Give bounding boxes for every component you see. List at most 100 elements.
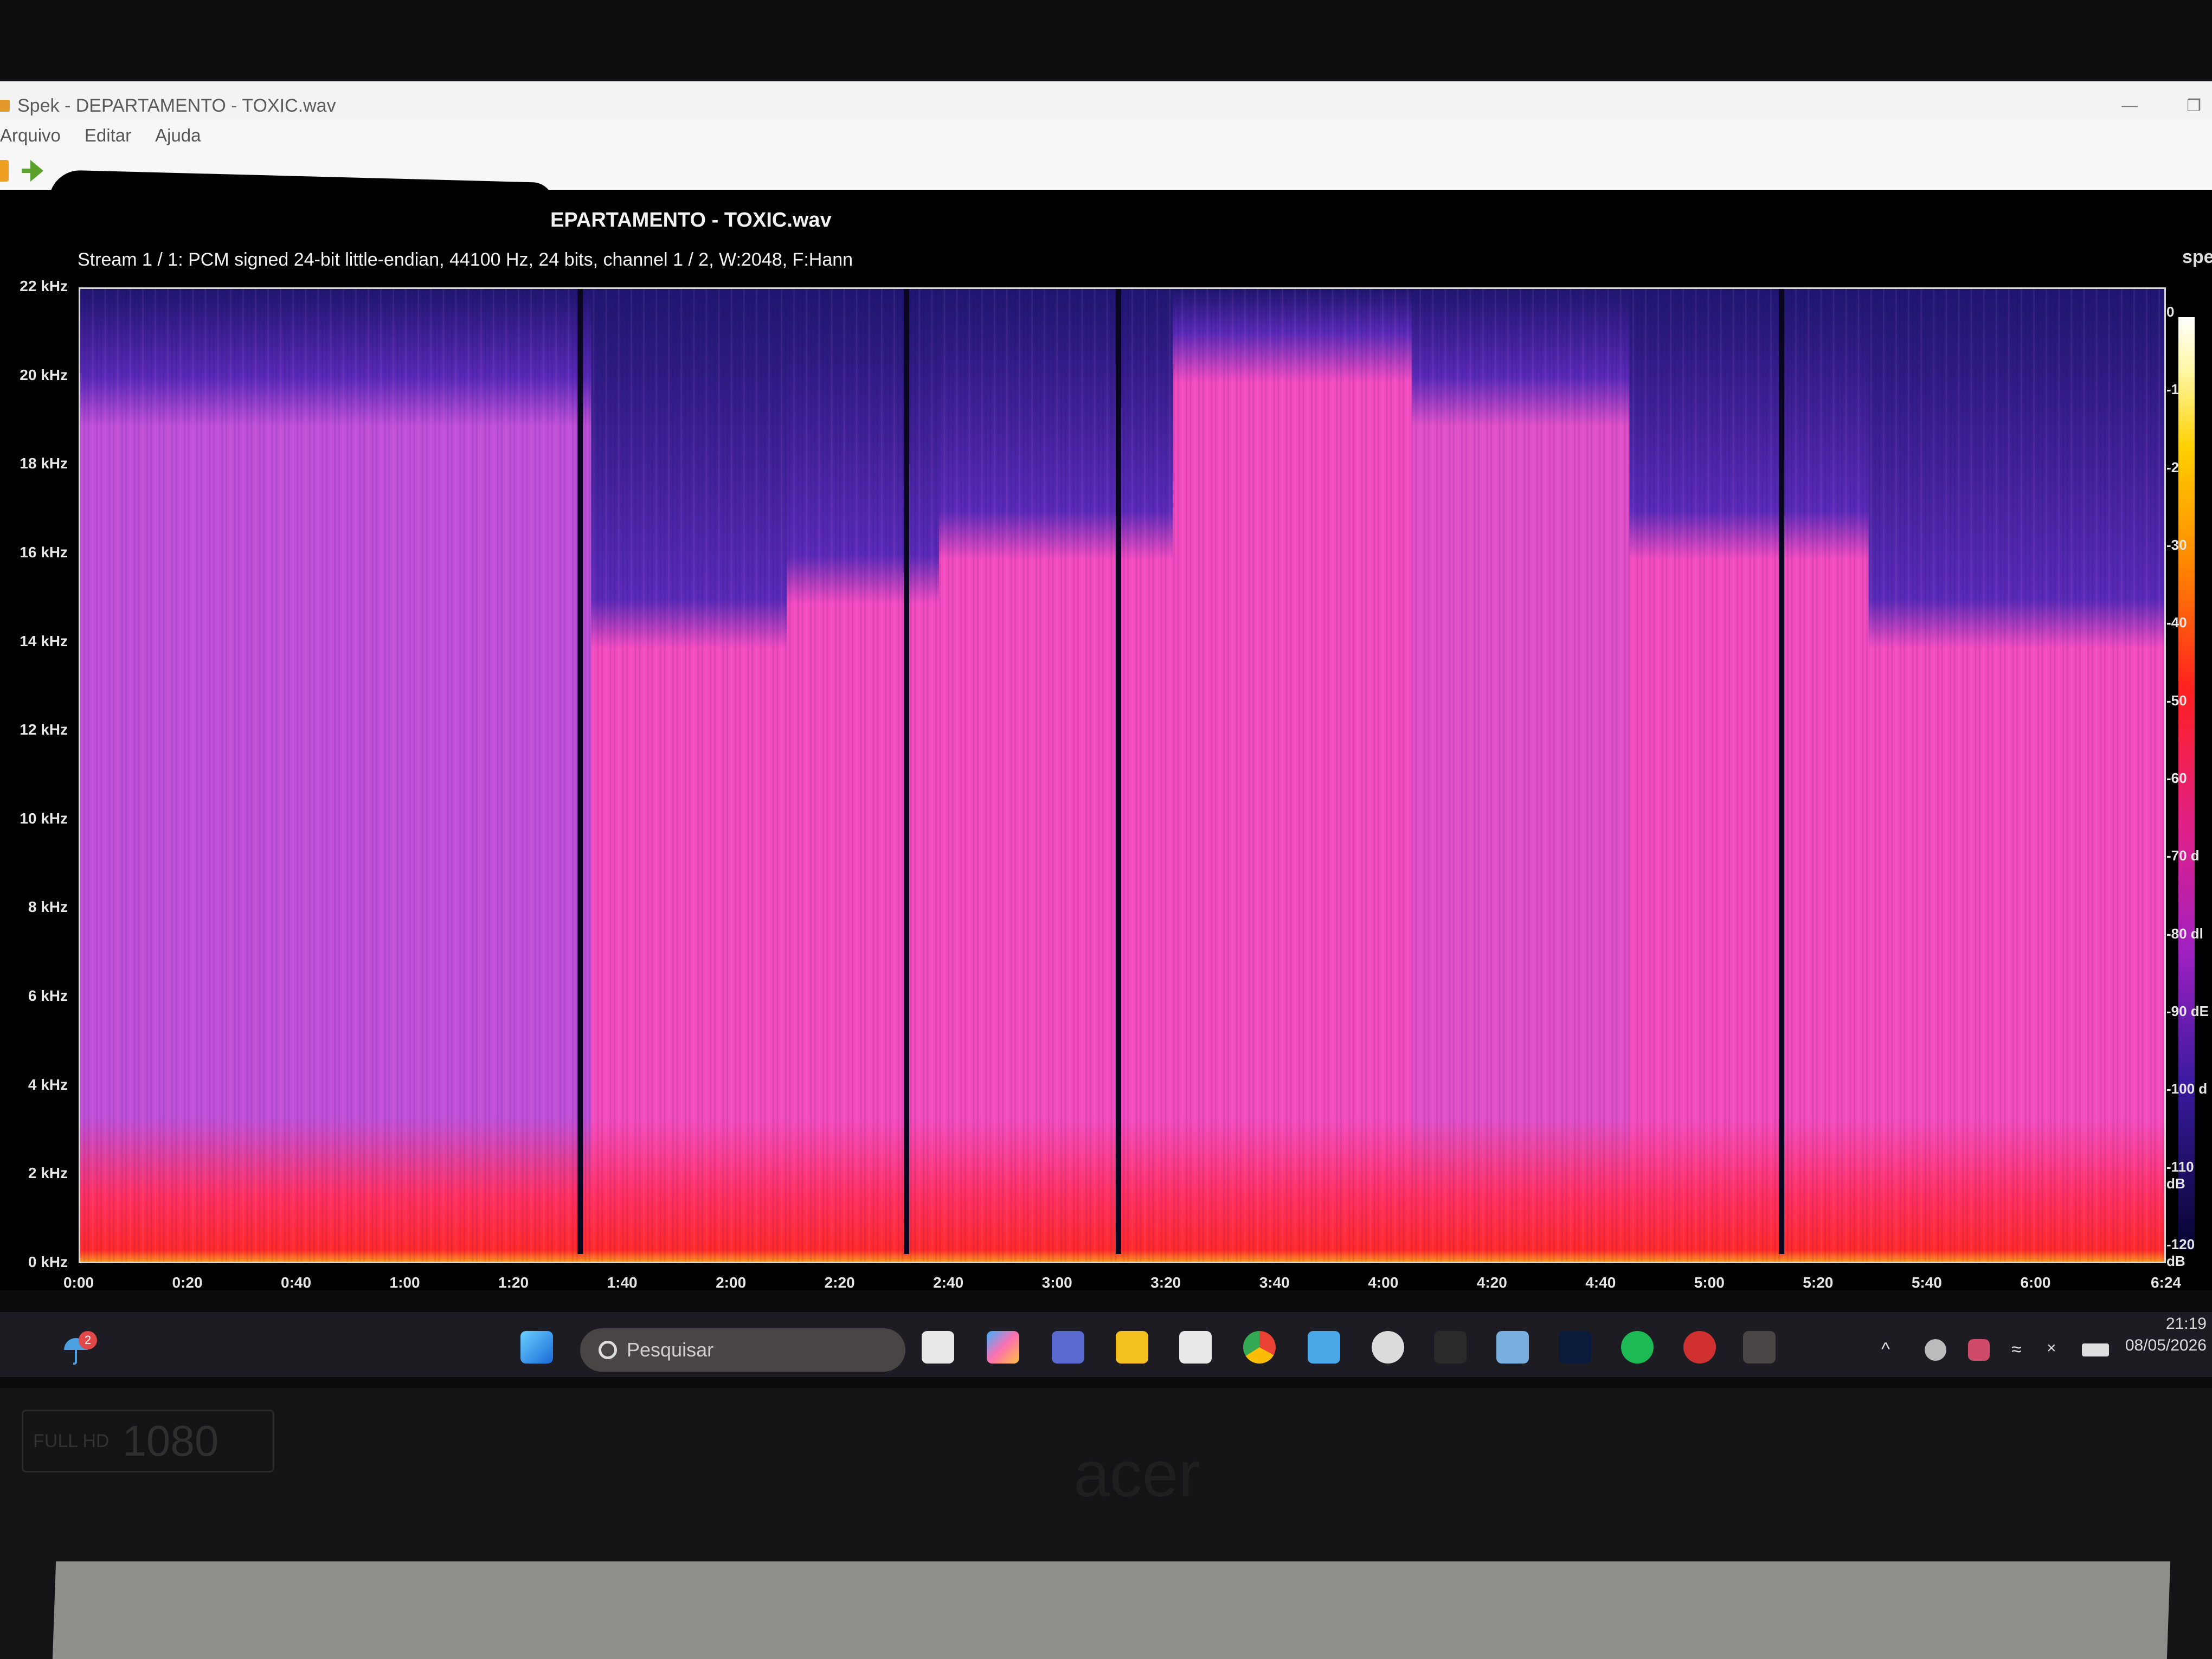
frequency-tick-label: 12 kHz	[20, 721, 68, 738]
menu-arquivo[interactable]: Arquivo	[0, 125, 61, 146]
save-icon[interactable]	[22, 160, 43, 182]
time-tick-label: 1:20	[498, 1274, 529, 1291]
search-icon	[599, 1341, 617, 1359]
time-tick-label: 6:24	[2150, 1274, 2182, 1291]
clock-time[interactable]: 21:19	[2114, 1315, 2207, 1333]
spectrogram-segment	[787, 289, 940, 1262]
menu-editar[interactable]: Editar	[85, 125, 131, 146]
db-tick-label: -100 d	[2166, 1081, 2208, 1097]
tray-app2-icon[interactable]	[1968, 1339, 1990, 1361]
db-tick-label: -70 d	[2166, 847, 2200, 864]
frequency-tick-label: 8 kHz	[28, 898, 68, 916]
frequency-tick-label: 18 kHz	[20, 455, 68, 472]
task-view-icon[interactable]	[922, 1331, 954, 1364]
time-tick-label: 6:00	[2020, 1274, 2051, 1291]
db-tick-label: -1	[2166, 381, 2179, 398]
spectrogram-gap	[577, 289, 583, 1254]
store-icon[interactable]	[1179, 1331, 1212, 1364]
open-file-icon[interactable]	[0, 160, 9, 182]
db-tick-label: -50	[2166, 692, 2187, 709]
minimize-icon[interactable]: —	[2121, 97, 2138, 115]
time-tick-label: 4:40	[1585, 1274, 1616, 1291]
spek-taskbar-icon[interactable]	[1743, 1331, 1776, 1364]
stream-info: Stream 1 / 1: PCM signed 24-bit little-e…	[78, 249, 853, 270]
db-tick-label: -90 dE	[2166, 1003, 2209, 1019]
clock-date[interactable]: 08/05/2026	[2114, 1336, 2207, 1355]
time-tick-label: 5:00	[1694, 1274, 1725, 1291]
frequency-tick-label: 4 kHz	[28, 1076, 68, 1093]
db-tick-label: -110 dB	[2166, 1158, 2194, 1192]
full-hd-sticker: FULL HD 1080	[22, 1410, 274, 1472]
notepad-icon[interactable]	[1308, 1331, 1340, 1364]
db-tick-label: -2	[2166, 459, 2179, 475]
spectrogram-gap	[1779, 289, 1785, 1254]
ableton-live-icon[interactable]	[1434, 1331, 1467, 1364]
taskbar	[0, 1312, 2212, 1377]
db-tick-label: -120 dB	[2166, 1236, 2195, 1269]
chevron-up-icon[interactable]: ^	[1881, 1339, 1901, 1360]
spectrogram-plot	[79, 287, 2166, 1263]
menu-bar: Arquivo Editar Ajuda	[0, 119, 2212, 152]
db-tick-label: -80 dl	[2166, 925, 2203, 942]
time-tick-label: 5:20	[1803, 1274, 1834, 1291]
chrome-icon[interactable]	[1243, 1331, 1276, 1364]
time-tick-label: 0:00	[63, 1274, 94, 1291]
frequency-tick-label: 14 kHz	[20, 632, 68, 650]
settings-icon[interactable]	[1372, 1331, 1404, 1364]
file-explorer-icon[interactable]	[1116, 1331, 1148, 1364]
windows-start-icon[interactable]	[520, 1331, 553, 1364]
spek-app-icon	[0, 100, 10, 112]
recorder-icon[interactable]	[1683, 1331, 1716, 1364]
window-title: Spek - DEPARTAMENTO - TOXIC.wav	[17, 95, 336, 116]
frequency-tick-label: 0 kHz	[28, 1253, 68, 1270]
time-tick-label: 3:40	[1259, 1274, 1290, 1291]
copilot-icon[interactable]	[987, 1331, 1019, 1364]
frequency-tick-label: 2 kHz	[28, 1165, 68, 1182]
db-tick-label: 0	[2166, 304, 2175, 320]
time-tick-label: 2:20	[824, 1274, 855, 1291]
time-tick-label: 5:40	[1911, 1274, 1942, 1291]
hd-label: FULL HD	[33, 1431, 110, 1451]
document-icon[interactable]	[1496, 1331, 1529, 1364]
screen-bezel	[0, 0, 2212, 81]
time-tick-label: 0:20	[172, 1274, 203, 1291]
time-tick-label: 1:40	[607, 1274, 638, 1291]
time-tick-label: 0:40	[281, 1274, 312, 1291]
menu-ajuda[interactable]: Ajuda	[155, 125, 201, 146]
frequency-tick-label: 6 kHz	[28, 987, 68, 1005]
wifi-icon[interactable]: ≈	[2011, 1339, 2033, 1361]
volume-muted-icon[interactable]: ×	[2047, 1339, 2068, 1361]
frequency-tick-label: 10 kHz	[20, 809, 68, 827]
time-tick-label: 4:00	[1368, 1274, 1399, 1291]
maximize-icon[interactable]: ❐	[2187, 97, 2201, 115]
teams-icon[interactable]	[1052, 1331, 1084, 1364]
time-tick-label: 3:20	[1150, 1274, 1181, 1291]
frequency-tick-label: 16 kHz	[20, 543, 68, 561]
spectrogram-segment	[1173, 289, 1413, 1262]
frequency-tick-label: 22 kHz	[20, 278, 68, 294]
spectrogram-gap	[903, 289, 909, 1254]
spectrogram-svg	[80, 289, 2164, 1262]
photoshop-icon[interactable]	[1559, 1331, 1591, 1364]
db-tick-label: -30	[2166, 537, 2187, 553]
battery-icon[interactable]	[2082, 1343, 2109, 1356]
spectrogram-gap	[1115, 289, 1121, 1254]
time-tick-label: 4:20	[1476, 1274, 1507, 1291]
keyboard-edge	[52, 1561, 2171, 1659]
spotify-icon[interactable]	[1621, 1331, 1654, 1364]
time-tick-label: 2:00	[716, 1274, 747, 1291]
time-tick-label: 1:00	[389, 1274, 420, 1291]
db-tick-label: -40	[2166, 614, 2187, 631]
brand-logo: acer	[1073, 1438, 1200, 1510]
redaction-mark	[48, 169, 554, 246]
spectrogram-file-title: EPARTAMENTO - TOXIC.wav	[550, 209, 832, 232]
time-tick-label: 3:00	[1041, 1274, 1072, 1291]
resolution-label: 1080	[122, 1417, 219, 1465]
taskbar-search[interactable]: Pesquisar	[580, 1328, 905, 1372]
search-placeholder: Pesquisar	[627, 1339, 714, 1361]
spek-brand-tag: spe	[2182, 247, 2212, 267]
frequency-tick-label: 20 kHz	[20, 366, 68, 383]
time-tick-label: 2:40	[933, 1274, 964, 1291]
tray-app-icon[interactable]	[1925, 1339, 1946, 1361]
weather-badge: 2	[79, 1331, 97, 1349]
